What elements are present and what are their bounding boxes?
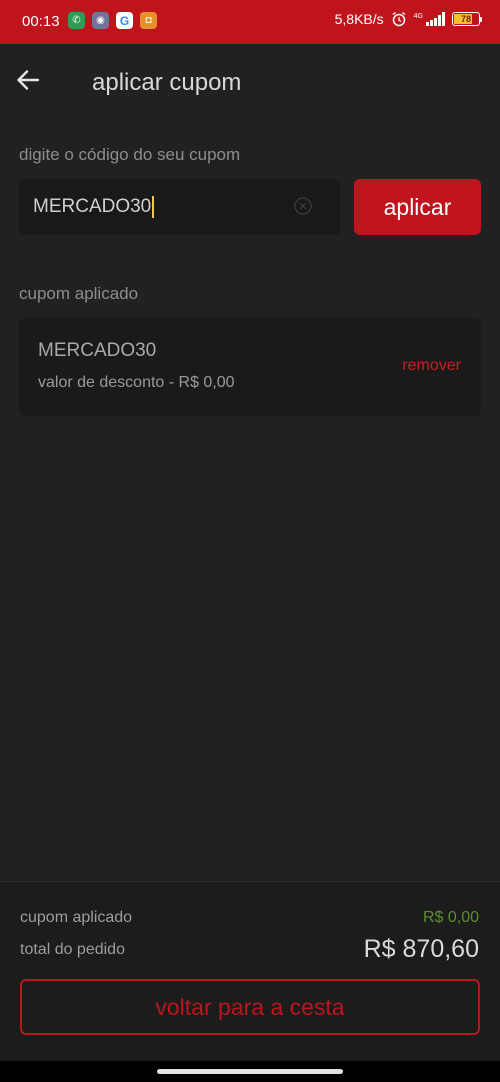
applied-coupon-card: MERCADO30 valor de desconto - R$ 0,00 re… — [19, 318, 481, 416]
coupon-input-value: MERCADO30 — [33, 196, 152, 217]
status-right: 5,8KB/s 4G 78 — [335, 11, 482, 27]
coupon-input[interactable]: MERCADO30 — [19, 179, 340, 235]
page-title: aplicar cupom — [92, 69, 242, 96]
signal-icon — [426, 12, 445, 26]
applied-coupon-code: MERCADO30 — [38, 340, 157, 361]
summary-total-value: R$ 870,60 — [363, 935, 479, 963]
back-to-cart-button[interactable]: voltar para a cesta — [20, 979, 480, 1035]
google-icon: G — [116, 12, 133, 29]
status-bar: 00:13 ✆ ◉ G ◘ 5,8KB/s 4G 78 — [0, 0, 500, 44]
app-icon: ◉ — [92, 12, 109, 29]
alarm-icon — [392, 11, 406, 27]
text-cursor — [152, 196, 155, 218]
store-icon: ◘ — [140, 12, 157, 29]
remove-coupon-button[interactable]: remover — [402, 357, 461, 375]
applied-coupon-label: cupom aplicado — [19, 284, 139, 303]
apply-coupon-button[interactable]: aplicar — [354, 179, 481, 235]
coupon-input-label: digite o código do seu cupom — [19, 145, 241, 164]
status-time: 00:13 — [22, 13, 60, 30]
notification-icons: ✆ ◉ G ◘ — [68, 12, 157, 29]
home-indicator[interactable] — [157, 1069, 343, 1074]
arrow-left-icon[interactable] — [14, 66, 42, 94]
clear-icon[interactable] — [294, 197, 312, 215]
coupon-discount-value: valor de desconto - R$ 0,00 — [38, 374, 235, 391]
summary-total-label: total do pedido — [20, 941, 125, 958]
net-speed: 5,8KB/s — [334, 11, 384, 27]
system-nav-bar — [0, 1061, 500, 1082]
order-summary: cupom aplicado R$ 0,00 total do pedido R… — [0, 881, 500, 1062]
summary-coupon-label: cupom aplicado — [20, 909, 133, 926]
network-type: 4G — [413, 13, 423, 20]
app-bar: aplicar cupom — [0, 44, 500, 120]
whatsapp-icon: ✆ — [68, 12, 85, 29]
battery-level: 78 — [460, 14, 471, 24]
battery-icon: 78 — [452, 12, 482, 26]
summary-coupon-value: R$ 0,00 — [422, 909, 479, 926]
